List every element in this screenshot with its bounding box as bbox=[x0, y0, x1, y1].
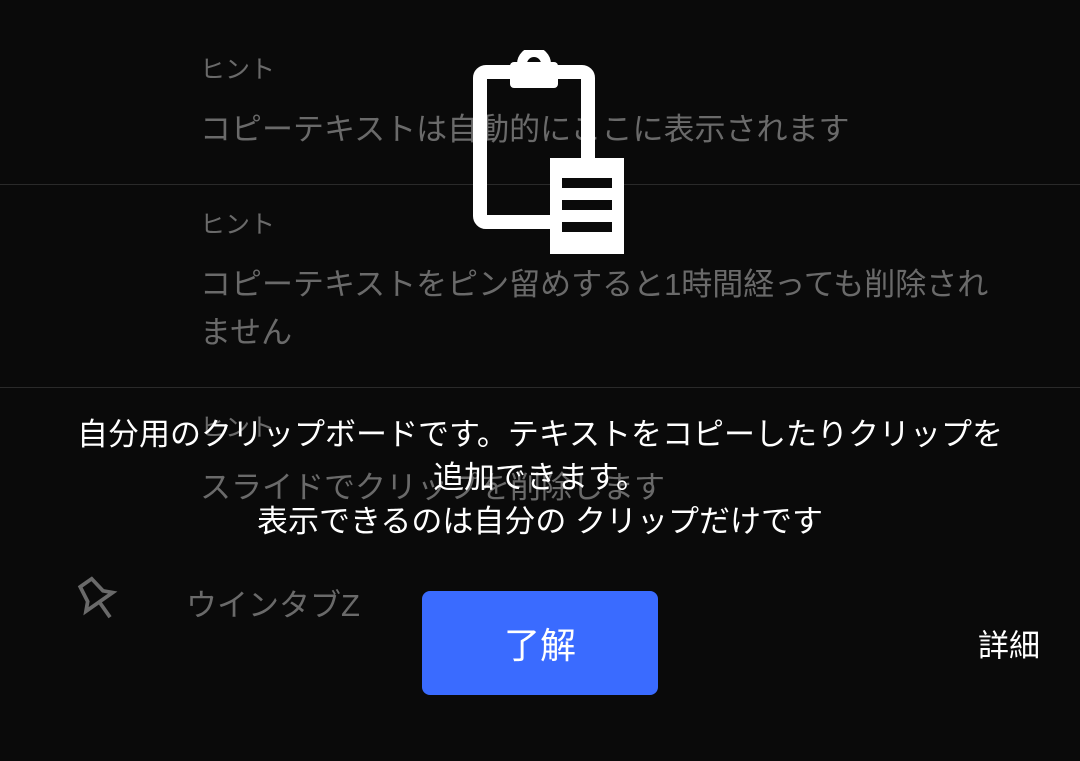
ok-button[interactable]: 了解 bbox=[422, 591, 658, 695]
intro-message-line2: 表示できるのは自分の クリップだけです bbox=[70, 500, 1010, 543]
hint-text: コピーテキストは自動的にここに表示されます bbox=[200, 106, 1080, 154]
intro-message: 自分用のクリップボードです。テキストをコピーしたりクリップを追加できます。 表示… bbox=[0, 413, 1080, 543]
hint-text: コピーテキストをピン留めすると1時間経っても削除されません bbox=[200, 261, 1080, 357]
hint-label: ヒント bbox=[200, 50, 1080, 86]
overlay-actions: 了解 詳細 bbox=[0, 591, 1080, 695]
details-button[interactable]: 詳細 bbox=[978, 621, 1040, 666]
clipboard-icon bbox=[450, 50, 630, 265]
hint-label: ヒント bbox=[200, 205, 1080, 241]
intro-message-line1: 自分用のクリップボードです。テキストをコピーしたりクリップを追加できます。 bbox=[70, 413, 1010, 500]
